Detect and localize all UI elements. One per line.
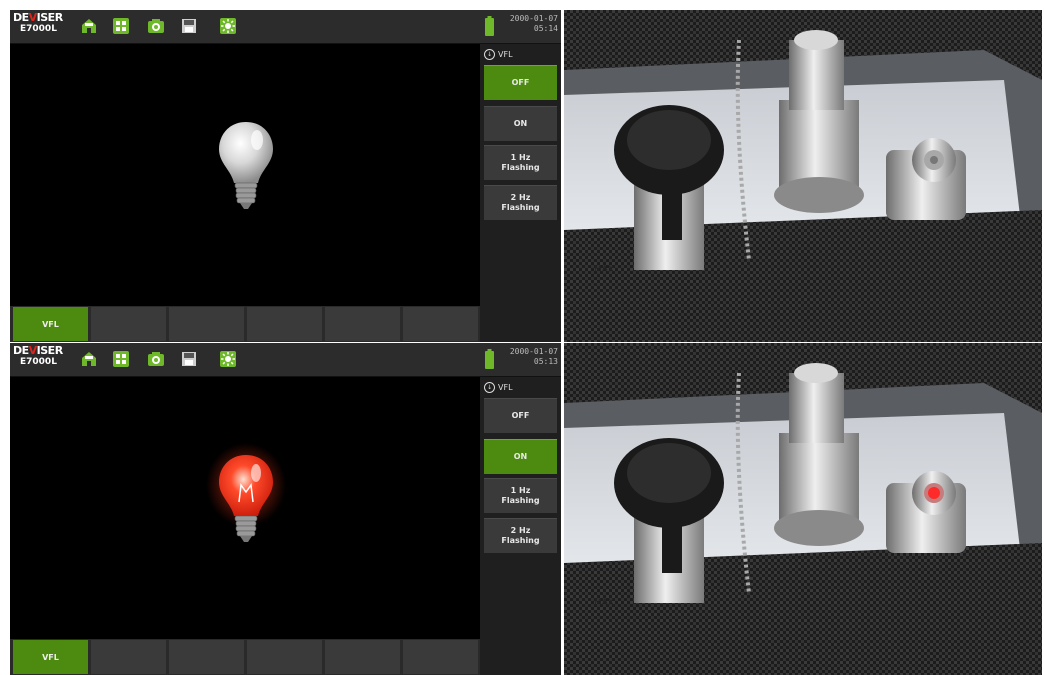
off-button[interactable]: OFF (484, 65, 557, 100)
tab-empty[interactable] (403, 640, 478, 674)
vfl-icon: ↓ (484, 382, 495, 393)
on-button[interactable]: ON (484, 106, 557, 141)
tab-empty[interactable] (325, 307, 400, 341)
vfl-sidebar: ↓ VFL OFF ON 1 Hz Flashing 2 Hz Flashing (480, 377, 561, 675)
camera-icon[interactable] (147, 17, 165, 35)
fullscreen-icon[interactable] (112, 17, 130, 35)
save-icon[interactable] (180, 17, 198, 35)
home-icon[interactable] (80, 350, 98, 368)
flashing-2hz-button[interactable]: 2 Hz Flashing (484, 518, 557, 553)
display-area (10, 44, 480, 306)
datetime: 2000-01-07 05:13 (509, 347, 558, 366)
battery-icon (485, 16, 494, 36)
fullscreen-icon[interactable] (112, 350, 130, 368)
brightness-icon[interactable] (219, 17, 237, 35)
model-label: E7000L (20, 357, 57, 367)
tab-empty[interactable] (247, 640, 322, 674)
tab-empty[interactable] (325, 640, 400, 674)
tab-vfl[interactable]: VFL (13, 307, 88, 341)
bottom-tabs: VFL (10, 306, 480, 342)
connector-photo-on: MAX (564, 343, 1042, 675)
save-icon[interactable] (180, 350, 198, 368)
battery-icon (485, 349, 494, 369)
photo-label: MAX (594, 598, 614, 608)
top-toolbar: DEVISER E7000L 2000-01-07 05:13 (10, 343, 561, 377)
flashing-1hz-button[interactable]: 1 Hz Flashing (484, 145, 557, 180)
bottom-tabs: VFL (10, 639, 480, 675)
vfl-icon: ↓ (484, 49, 495, 60)
photo-label: MAX (594, 265, 614, 275)
tab-empty[interactable] (91, 307, 166, 341)
device-screen-on: DEVISER E7000L 2000-01-07 05:13 ↓ VFL OF… (10, 343, 561, 675)
flashing-1hz-button[interactable]: 1 Hz Flashing (484, 478, 557, 513)
model-label: E7000L (20, 24, 57, 34)
flashing-2hz-button[interactable]: 2 Hz Flashing (484, 185, 557, 220)
light-bulb-on-icon (206, 443, 286, 542)
on-button[interactable]: ON (484, 439, 557, 474)
connector-photo-off: MAX (564, 10, 1042, 342)
brand-logo: DEVISER E7000L (13, 345, 73, 375)
camera-icon[interactable] (147, 350, 165, 368)
top-toolbar: DEVISER E7000L 2000-01-07 05:14 (10, 10, 561, 44)
tab-empty[interactable] (91, 640, 166, 674)
tab-empty[interactable] (247, 307, 322, 341)
device-screen-off: DEVISER E7000L 2000-01-07 05:14 ↓ VFL OF… (10, 10, 561, 342)
tab-empty[interactable] (169, 307, 244, 341)
sidebar-title: ↓ VFL (484, 49, 513, 60)
home-icon[interactable] (80, 17, 98, 35)
light-bulb-off-icon (219, 122, 273, 209)
off-button[interactable]: OFF (484, 398, 557, 433)
brand-logo: DEVISER E7000L (13, 12, 73, 42)
tab-vfl[interactable]: VFL (13, 640, 88, 674)
brightness-icon[interactable] (219, 350, 237, 368)
tab-empty[interactable] (403, 307, 478, 341)
vfl-sidebar: ↓ VFL OFF ON 1 Hz Flashing 2 Hz Flashing (480, 44, 561, 342)
sidebar-title: ↓ VFL (484, 382, 513, 393)
display-area (10, 377, 480, 639)
datetime: 2000-01-07 05:14 (509, 14, 558, 33)
tab-empty[interactable] (169, 640, 244, 674)
